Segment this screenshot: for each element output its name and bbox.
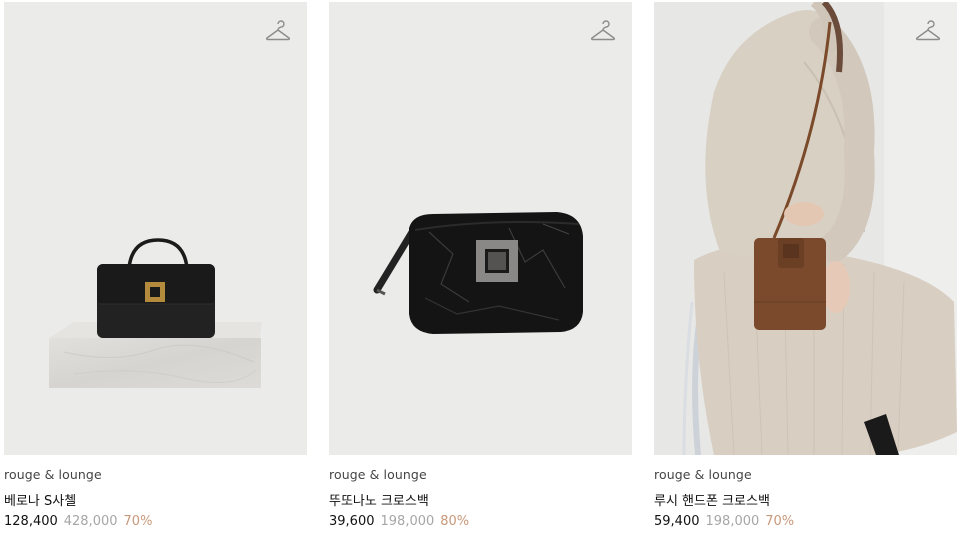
product-grid: rouge & lounge 베로나 S사첼 128,400 428,000 70%	[0, 0, 966, 538]
product-card[interactable]: rouge & lounge 뚜또나노 크로스백 39,600 198,000 80…	[329, 0, 633, 538]
discount-rate: 80%	[440, 514, 470, 529]
product-name[interactable]: 뚜또나노 크로스백	[329, 490, 429, 509]
original-price: 198,000	[705, 514, 760, 529]
hanger-icon[interactable]	[915, 18, 941, 42]
product-name[interactable]: 베로나 S사첼	[4, 490, 76, 509]
product-image[interactable]	[329, 2, 632, 455]
product-brand[interactable]: rouge & lounge	[329, 467, 427, 482]
discount-rate: 70%	[765, 514, 795, 529]
product-card[interactable]: rouge & lounge 루시 핸드폰 크로스백 59,400 198,000…	[654, 0, 958, 538]
hanger-icon[interactable]	[265, 18, 291, 42]
hanger-icon[interactable]	[590, 18, 616, 42]
product-image[interactable]	[654, 2, 957, 455]
original-price: 428,000	[63, 514, 118, 529]
product-card[interactable]: rouge & lounge 베로나 S사첼 128,400 428,000 70%	[4, 0, 308, 538]
discount-rate: 70%	[123, 514, 153, 529]
sale-price: 39,600	[329, 514, 375, 529]
product-prices: 39,600 198,000 80%	[329, 514, 469, 529]
product-prices: 128,400 428,000 70%	[4, 514, 152, 529]
sale-price: 128,400	[4, 514, 58, 529]
sale-price: 59,400	[654, 514, 700, 529]
product-brand[interactable]: rouge & lounge	[654, 467, 752, 482]
product-image[interactable]	[4, 2, 307, 455]
product-prices: 59,400 198,000 70%	[654, 514, 794, 529]
original-price: 198,000	[380, 514, 435, 529]
product-brand[interactable]: rouge & lounge	[4, 467, 102, 482]
product-name[interactable]: 루시 핸드폰 크로스백	[654, 490, 770, 509]
